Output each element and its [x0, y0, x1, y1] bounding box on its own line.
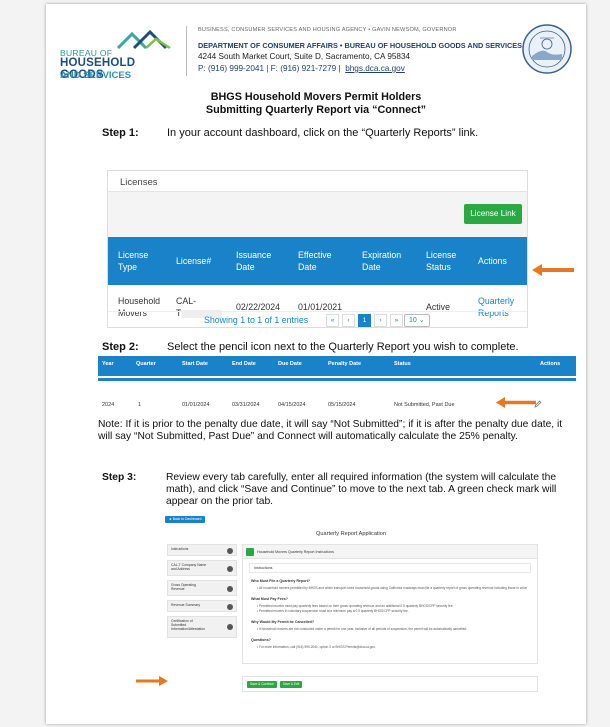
sidebar-item-instructions[interactable]: Instructions	[167, 544, 237, 556]
orange-arrow-icon	[532, 264, 574, 276]
section-heading: What Must Pay Fees?	[251, 597, 288, 601]
step-2-text: Select the pencil icon next to the Quart…	[167, 341, 519, 353]
department-line: DEPARTMENT OF CONSUMER AFFAIRS • BUREAU …	[198, 41, 523, 50]
save-and-continue-button[interactable]: Save & Continue	[247, 681, 277, 688]
content-header: Household Movers Quarterly Report Instru…	[243, 545, 537, 559]
licenses-toolbar: License Link	[108, 191, 527, 237]
step-2-label: Step 2:	[102, 341, 139, 353]
close-icon	[227, 566, 233, 572]
doc-title-line-2: Submitting Quarterly Report via “Connect…	[205, 104, 427, 116]
close-icon	[227, 624, 233, 630]
q-cell-quarter: 1	[138, 402, 142, 408]
save-bar: Save & Continue Save & Exit	[242, 676, 538, 692]
close-icon	[227, 604, 233, 610]
section-heading: Who Must File a Quarterly Report?	[251, 579, 311, 583]
page-size-select[interactable]: 10 ⌄	[404, 314, 430, 327]
header-license-status: License Status	[426, 250, 457, 272]
header-issuance-date: Issuance Date	[236, 250, 272, 272]
section-bullet: • Permitted movers in voluntary suspensi…	[257, 609, 409, 613]
sidebar-item-revenue-summary[interactable]: Revenue Summary	[167, 600, 237, 612]
pager-page-1-button[interactable]: 1	[358, 314, 371, 327]
q-header-penalty-date: Penalty Date	[328, 361, 362, 367]
instructions-label: Instructions	[249, 563, 531, 573]
header-actions: Actions	[478, 256, 507, 266]
header-effective-date: Effective Date	[298, 250, 332, 272]
header-license-type: License Type	[118, 250, 149, 272]
document-page: BUREAU OF HOUSEHOLD GOODS AND SERVICES B…	[46, 4, 586, 724]
step-3-label: Step 3:	[102, 472, 137, 483]
sidebar-item-company[interactable]: CAL-T Company Name and Address	[167, 560, 237, 576]
quarterly-table-header: Year Quarter Start Date End Date Due Dat…	[98, 356, 576, 376]
website-link[interactable]: bhgs.dca.ca.gov	[345, 64, 405, 73]
q-header-status: Status	[394, 361, 411, 367]
q-cell-start-date: 01/01/2024	[182, 402, 210, 408]
orange-arrow-icon	[496, 397, 536, 408]
state-seal-icon	[522, 24, 572, 74]
q-cell-end-date: 03/31/2024	[232, 402, 260, 408]
q-cell-due-date: 04/15/2024	[278, 402, 306, 408]
back-to-dashboard-button[interactable]: ◄ Back to Dashboard	[165, 516, 205, 523]
phone-text: P: (916) 999-2041 | F: (916) 921-7279 |	[198, 64, 341, 73]
chevron-down-icon: ⌄	[418, 317, 425, 324]
section-heading: Why Would My Permit be Cancelled?	[251, 620, 315, 624]
q-header-end-date: End Date	[232, 361, 256, 367]
licenses-panel: Licenses License Link License Type Licens…	[107, 170, 528, 328]
q-cell-penalty-date: 05/15/2024	[328, 402, 356, 408]
section-bullet: • If household movers are not conducted …	[257, 627, 468, 631]
sidebar-item-gross-revenue[interactable]: Gross Operating Revenue	[167, 580, 237, 596]
sidebar-item-certification[interactable]: Certification of Submitted Information/Att…	[167, 616, 237, 638]
close-icon	[227, 586, 233, 592]
bureau-logo: BUREAU OF HOUSEHOLD GOODS AND SERVICES	[60, 26, 180, 81]
step-1-text: In your account dashboard, click on the …	[167, 127, 479, 139]
step-3-text: Review every tab carefully, enter all re…	[166, 472, 557, 507]
header-expiration-date: Expiration Date	[362, 250, 402, 272]
section-bullet: • All household movers permitted by BHGS…	[257, 586, 527, 590]
address-line: 4244 South Market Court, Suite D, Sacram…	[198, 52, 411, 61]
pager-info: Showing 1 to 1 of 1 entries	[204, 315, 309, 325]
q-header-start-date: Start Date	[182, 361, 208, 367]
pager-next-button[interactable]: ›	[374, 314, 387, 327]
check-icon	[246, 548, 254, 556]
licenses-pager: Showing 1 to 1 of 1 entries « ‹ 1 › » 10…	[108, 311, 527, 329]
section-heading: Questions?	[251, 638, 271, 642]
penalty-note: Note: If it is prior to the penalty due …	[98, 419, 563, 442]
close-icon	[227, 548, 233, 554]
header-license-number: License#	[176, 256, 212, 266]
section-bullet: • For more information, call (916) 999-2…	[257, 645, 376, 649]
licenses-title: Licenses	[120, 177, 158, 188]
letterhead-divider	[186, 26, 187, 76]
pager-first-button[interactable]: «	[326, 314, 339, 327]
q-header-due-date: Due Date	[278, 361, 302, 367]
app-title: Quarterly Report Application	[316, 531, 386, 537]
content-header-label: Household Movers Quarterly Report Instru…	[257, 550, 334, 554]
step-1-label: Step 1:	[102, 127, 139, 139]
pager-prev-button[interactable]: ‹	[342, 314, 355, 327]
save-and-exit-button[interactable]: Save & Exit	[280, 681, 302, 688]
house-roof-icon	[116, 30, 171, 50]
q-header-quarter: Quarter	[136, 361, 156, 367]
phone-line: P: (916) 999-2041 | F: (916) 921-7279 | …	[198, 64, 405, 73]
agency-line: BUSINESS, CONSUMER SERVICES AND HOUSING …	[198, 27, 457, 33]
q-header-year: Year	[102, 361, 114, 367]
q-header-actions: Actions	[540, 361, 561, 367]
licenses-table-header: License Type License# Issuance Date Effect…	[108, 237, 527, 285]
quarterly-header-underline	[98, 378, 576, 381]
app-content: Household Movers Quarterly Report Instru…	[242, 544, 538, 664]
logo-line-3: AND SERVICES	[60, 70, 132, 81]
orange-arrow-icon	[136, 676, 168, 686]
q-cell-year: 2024	[102, 402, 115, 408]
pager-last-button[interactable]: »	[390, 314, 403, 327]
q-cell-status: Not Submitted, Past Due	[394, 402, 455, 408]
license-link-button[interactable]: License Link	[464, 204, 522, 224]
section-bullet: • Permitted movers must pay quarterly fe…	[257, 604, 454, 608]
doc-title-line-1: BHGS Household Movers Permit Holders	[210, 91, 422, 103]
